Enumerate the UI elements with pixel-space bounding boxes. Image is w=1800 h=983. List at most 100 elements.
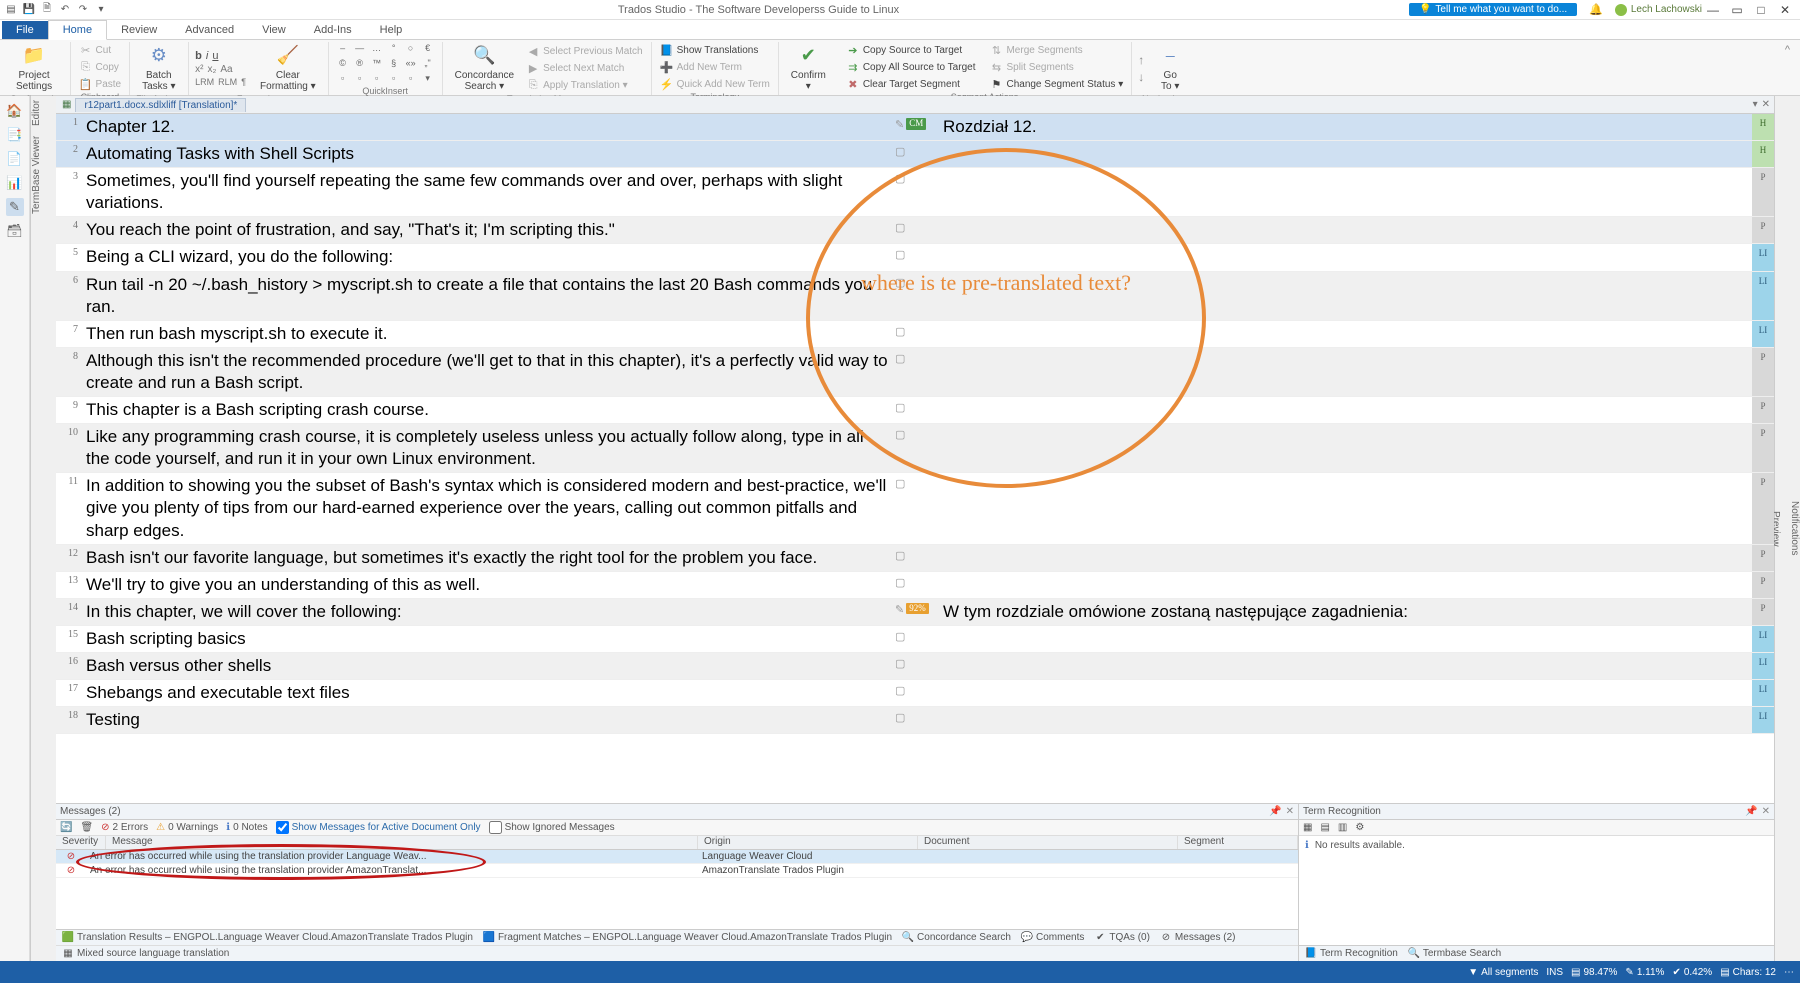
qi-char[interactable]: ▾ xyxy=(420,72,436,86)
checkbox[interactable] xyxy=(489,821,502,834)
qi-char[interactable]: ™ xyxy=(369,57,385,71)
notifications-tab[interactable]: Notifications xyxy=(1789,100,1800,957)
target-cell[interactable] xyxy=(939,141,1752,167)
target-cell[interactable] xyxy=(939,680,1752,706)
bottom-tab[interactable]: 🔍Termbase Search xyxy=(1408,948,1501,960)
editor-view-icon[interactable]: ✎ xyxy=(6,198,24,216)
errors-filter[interactable]: ⊘2 Errors xyxy=(101,822,148,833)
segment-row[interactable]: 16Bash versus other shells▢LI xyxy=(56,653,1774,680)
message-row[interactable]: ⊘An error has occurred while using the t… xyxy=(56,864,1298,878)
target-cell[interactable] xyxy=(939,626,1752,652)
source-cell[interactable]: Run tail -n 20 ~/.bash_history > myscrip… xyxy=(82,272,895,320)
quick-add-term-button[interactable]: ⚡Quick Add New Term xyxy=(658,76,772,92)
segment-row[interactable]: 8Although this isn't the recommended pro… xyxy=(56,348,1774,397)
target-cell[interactable]: Rozdział 12. xyxy=(939,114,1752,140)
tm-view-icon[interactable]: 🗃 xyxy=(6,222,24,240)
rtl-button[interactable]: RLM xyxy=(218,77,237,87)
source-cell[interactable]: This chapter is a Bash scripting crash c… xyxy=(82,397,895,423)
segment-row[interactable]: 14In this chapter, we will cover the fol… xyxy=(56,599,1774,626)
term-tool-icon[interactable]: ▦ xyxy=(1303,822,1312,833)
qi-char[interactable]: «» xyxy=(403,57,419,71)
target-cell[interactable] xyxy=(939,168,1752,216)
segment-row[interactable]: 7Then run bash myscript.sh to execute it… xyxy=(56,321,1774,348)
source-cell[interactable]: You reach the point of frustration, and … xyxy=(82,217,895,243)
editor-tab[interactable]: Editor xyxy=(31,100,56,126)
show-translations-button[interactable]: 📘Show Translations xyxy=(658,42,772,58)
target-cell[interactable] xyxy=(939,397,1752,423)
segment-row[interactable]: 4You reach the point of frustration, and… xyxy=(56,217,1774,244)
bottom-tab[interactable]: ✔TQAs (0) xyxy=(1094,932,1150,944)
tab-addins[interactable]: Add-Ins xyxy=(300,21,366,39)
target-cell[interactable] xyxy=(939,321,1752,347)
segment-row[interactable]: 3Sometimes, you'll find yourself repeati… xyxy=(56,168,1774,217)
target-cell[interactable] xyxy=(939,572,1752,598)
bottom-tab[interactable]: 🔍Concordance Search xyxy=(902,932,1011,944)
segment-row[interactable]: 13We'll try to give you an understanding… xyxy=(56,572,1774,599)
qat-dropdown-icon[interactable]: ▾ xyxy=(94,3,108,17)
segment-row[interactable]: 18Testing▢LI xyxy=(56,707,1774,734)
superscript-button[interactable]: x² xyxy=(195,64,203,75)
restore-button[interactable]: ▭ xyxy=(1726,3,1748,17)
checkbox[interactable] xyxy=(276,821,289,834)
target-cell[interactable] xyxy=(939,424,1752,472)
source-cell[interactable]: We'll try to give you an understanding o… xyxy=(82,572,895,598)
source-cell[interactable]: Being a CLI wizard, you do the following… xyxy=(82,244,895,270)
refresh-icon[interactable]: 🔄 xyxy=(60,822,72,833)
underline-button[interactable]: u xyxy=(212,50,218,62)
copy-all-source-button[interactable]: ⇉Copy All Source to Target xyxy=(844,59,978,75)
ltr-button[interactable]: LRM xyxy=(195,77,214,87)
target-cell[interactable] xyxy=(939,473,1752,543)
insert-mode[interactable]: INS xyxy=(1546,967,1563,978)
qat-save-icon[interactable]: 💾 xyxy=(22,3,36,17)
source-cell[interactable]: Then run bash myscript.sh to execute it. xyxy=(82,321,895,347)
panel-close-icon[interactable]: ✕ xyxy=(1762,806,1770,817)
termbase-viewer-tab[interactable]: TermBase Viewer xyxy=(31,136,56,214)
concordance-button[interactable]: 🔍Concordance Search ▾ xyxy=(449,42,520,94)
segment-row[interactable]: 12Bash isn't our favorite language, but … xyxy=(56,545,1774,572)
qi-char[interactable]: … xyxy=(369,42,385,56)
panel-close-icon[interactable]: ✕ xyxy=(1286,806,1294,817)
source-cell[interactable]: Shebangs and executable text files xyxy=(82,680,895,706)
select-prev-match-button[interactable]: ◀Select Previous Match xyxy=(524,43,645,59)
target-cell[interactable] xyxy=(939,653,1752,679)
goto-button[interactable]: ⎯Go To ▾ xyxy=(1152,42,1188,94)
bottom-tab[interactable]: ▦Mixed source language translation xyxy=(62,948,229,960)
source-cell[interactable]: Sometimes, you'll find yourself repeatin… xyxy=(82,168,895,216)
tab-review[interactable]: Review xyxy=(107,21,171,39)
clear-target-button[interactable]: ✖Clear Target Segment xyxy=(844,76,978,92)
minimize-button[interactable]: — xyxy=(1702,3,1724,17)
maximize-button[interactable]: □ xyxy=(1750,3,1772,17)
message-row[interactable]: ⊘An error has occurred while using the t… xyxy=(56,850,1298,864)
source-cell[interactable]: Automating Tasks with Shell Scripts xyxy=(82,141,895,167)
tab-home[interactable]: Home xyxy=(48,20,107,40)
active-doc-filter[interactable]: Show Messages for Active Document Only xyxy=(276,821,481,834)
target-cell[interactable] xyxy=(939,348,1752,396)
subscript-button[interactable]: x₂ xyxy=(208,64,217,75)
bold-button[interactable]: b xyxy=(195,50,202,62)
target-cell[interactable] xyxy=(939,545,1752,571)
pilcrow-button[interactable]: ¶ xyxy=(241,77,246,87)
bottom-tab[interactable]: 💬Comments xyxy=(1021,932,1084,944)
term-settings-icon[interactable]: ⚙ xyxy=(1355,822,1364,833)
segment-row[interactable]: 11In addition to showing you the subset … xyxy=(56,473,1774,544)
qi-char[interactable]: © xyxy=(335,57,351,71)
segment-row[interactable]: 6Run tail -n 20 ~/.bash_history > myscri… xyxy=(56,272,1774,321)
bottom-tab[interactable]: ⊘Messages (2) xyxy=(1160,932,1236,944)
qi-char[interactable]: ® xyxy=(352,57,368,71)
source-cell[interactable]: Although this isn't the recommended proc… xyxy=(82,348,895,396)
projects-view-icon[interactable]: 📑 xyxy=(6,126,24,144)
target-cell[interactable]: W tym rozdziale omówione zostaną następu… xyxy=(939,599,1752,625)
qi-char[interactable]: ▫ xyxy=(369,72,385,86)
confirm-button[interactable]: ✔Confirm ▾ xyxy=(785,42,832,94)
tab-dropdown-icon[interactable]: ▾ xyxy=(1753,99,1758,110)
qi-char[interactable]: „" xyxy=(420,57,436,71)
split-segments-button[interactable]: ⇆Split Segments xyxy=(987,59,1125,75)
filter-status[interactable]: ▼All segments xyxy=(1468,967,1538,978)
files-view-icon[interactable]: 📄 xyxy=(6,150,24,168)
source-cell[interactable]: In addition to showing you the subset of… xyxy=(82,473,895,543)
ignored-filter[interactable]: Show Ignored Messages xyxy=(489,821,615,834)
col-message[interactable]: Message xyxy=(106,836,698,849)
qi-char[interactable]: ▫ xyxy=(352,72,368,86)
notes-filter[interactable]: ℹ0 Notes xyxy=(226,822,267,833)
document-tab[interactable]: r12part1.docx.sdlxliff [Translation]* xyxy=(75,98,246,112)
